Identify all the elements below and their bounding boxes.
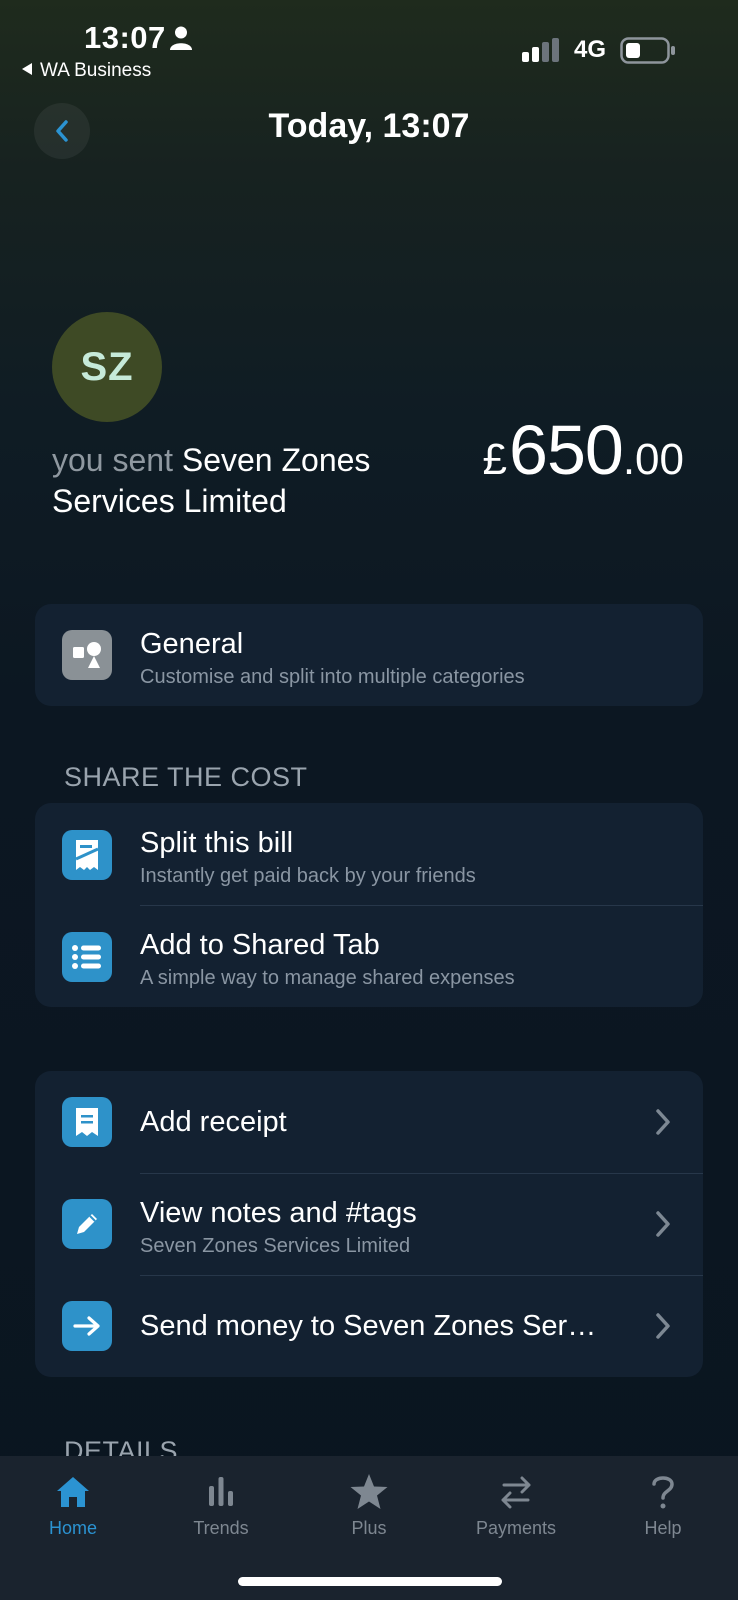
split-bill-icon xyxy=(62,830,112,880)
notes-tags-subtitle: Seven Zones Services Limited xyxy=(140,1235,411,1257)
share-section-label: SHARE THE COST xyxy=(64,762,308,792)
back-triangle-icon xyxy=(22,63,32,75)
chevron-right-icon xyxy=(656,1211,670,1237)
receipt-icon xyxy=(62,1097,112,1147)
payee-avatar: SZ xyxy=(52,312,162,422)
transfer-arrows-icon xyxy=(501,1476,531,1509)
row-divider xyxy=(140,1173,703,1174)
home-icon xyxy=(57,1477,89,1507)
tab-home-label: Home xyxy=(48,1518,97,1538)
status-time: 13:07 xyxy=(84,20,166,55)
pencil-icon xyxy=(62,1199,112,1249)
tab-trends[interactable]: Trends xyxy=(161,1472,281,1539)
arrow-right-icon xyxy=(62,1301,112,1351)
add-receipt-title: Add receipt xyxy=(140,1106,287,1138)
chevron-right-icon xyxy=(656,1313,670,1339)
list-icon xyxy=(62,932,112,982)
row-divider xyxy=(140,1275,703,1276)
person-icon xyxy=(170,26,192,50)
send-money-row[interactable]: Send money to Seven Zones Ser… xyxy=(35,1275,703,1377)
split-bill-subtitle: Instantly get paid back by your friends xyxy=(140,865,476,887)
actions-card: Add receipt View notes and #tags Seven Z… xyxy=(35,1071,703,1377)
tab-plus[interactable]: Plus xyxy=(309,1472,429,1539)
tab-trends-label: Trends xyxy=(193,1518,249,1538)
back-app-label: WA Business xyxy=(40,60,152,81)
split-bill-title: Split this bill xyxy=(140,827,294,859)
tab-help[interactable]: Help xyxy=(603,1472,723,1539)
transaction-description: you sent Seven Zones Services Limited xyxy=(52,440,442,522)
shapes-icon xyxy=(62,630,112,680)
bar-chart-icon xyxy=(209,1477,233,1506)
home-indicator[interactable] xyxy=(238,1577,502,1586)
nav-header: Today, 13:07 xyxy=(0,95,738,165)
shared-tab-title: Add to Shared Tab xyxy=(140,929,380,961)
notes-tags-row[interactable]: View notes and #tags Seven Zones Service… xyxy=(35,1173,703,1275)
row-divider xyxy=(140,905,703,906)
chevron-right-icon xyxy=(656,1109,670,1135)
tab-payments[interactable]: Payments xyxy=(456,1472,576,1539)
star-icon xyxy=(350,1474,388,1509)
shared-tab-subtitle: A simple way to manage shared expenses xyxy=(140,967,515,989)
notes-tags-title: View notes and #tags xyxy=(140,1197,417,1229)
amount-major: 650 xyxy=(509,411,624,489)
tab-plus-label: Plus xyxy=(351,1518,387,1538)
tab-home[interactable]: Home xyxy=(13,1472,133,1539)
tab-help-label: Help xyxy=(644,1518,682,1538)
page-title: Today, 13:07 xyxy=(268,107,470,145)
split-bill-row[interactable]: Split this bill Instantly get paid back … xyxy=(35,803,703,905)
network-type: 4G xyxy=(574,36,607,63)
shared-tab-row[interactable]: Add to Shared Tab A simple way to manage… xyxy=(35,905,703,1007)
status-bar: 13:07 WA Business 4G xyxy=(0,0,738,90)
category-title: General xyxy=(140,628,244,660)
question-icon xyxy=(652,1476,674,1509)
amount-minor: .00 xyxy=(622,435,684,484)
transaction-prefix: you sent xyxy=(52,442,173,478)
category-row[interactable]: General Customise and split into multipl… xyxy=(35,604,703,706)
transaction-amount: £ 650 .00 xyxy=(483,410,684,490)
battery-icon xyxy=(620,37,675,64)
send-money-title: Send money to Seven Zones Ser… xyxy=(140,1310,597,1342)
signal-strength-icon xyxy=(522,38,559,62)
amount-currency: £ xyxy=(482,435,508,484)
back-to-app-link[interactable]: WA Business xyxy=(22,60,151,82)
category-subtitle: Customise and split into multiple catego… xyxy=(140,666,525,688)
tab-payments-label: Payments xyxy=(475,1518,557,1538)
share-card: Split this bill Instantly get paid back … xyxy=(35,803,703,1007)
category-card[interactable]: General Customise and split into multipl… xyxy=(35,604,703,706)
add-receipt-row[interactable]: Add receipt xyxy=(35,1071,703,1173)
